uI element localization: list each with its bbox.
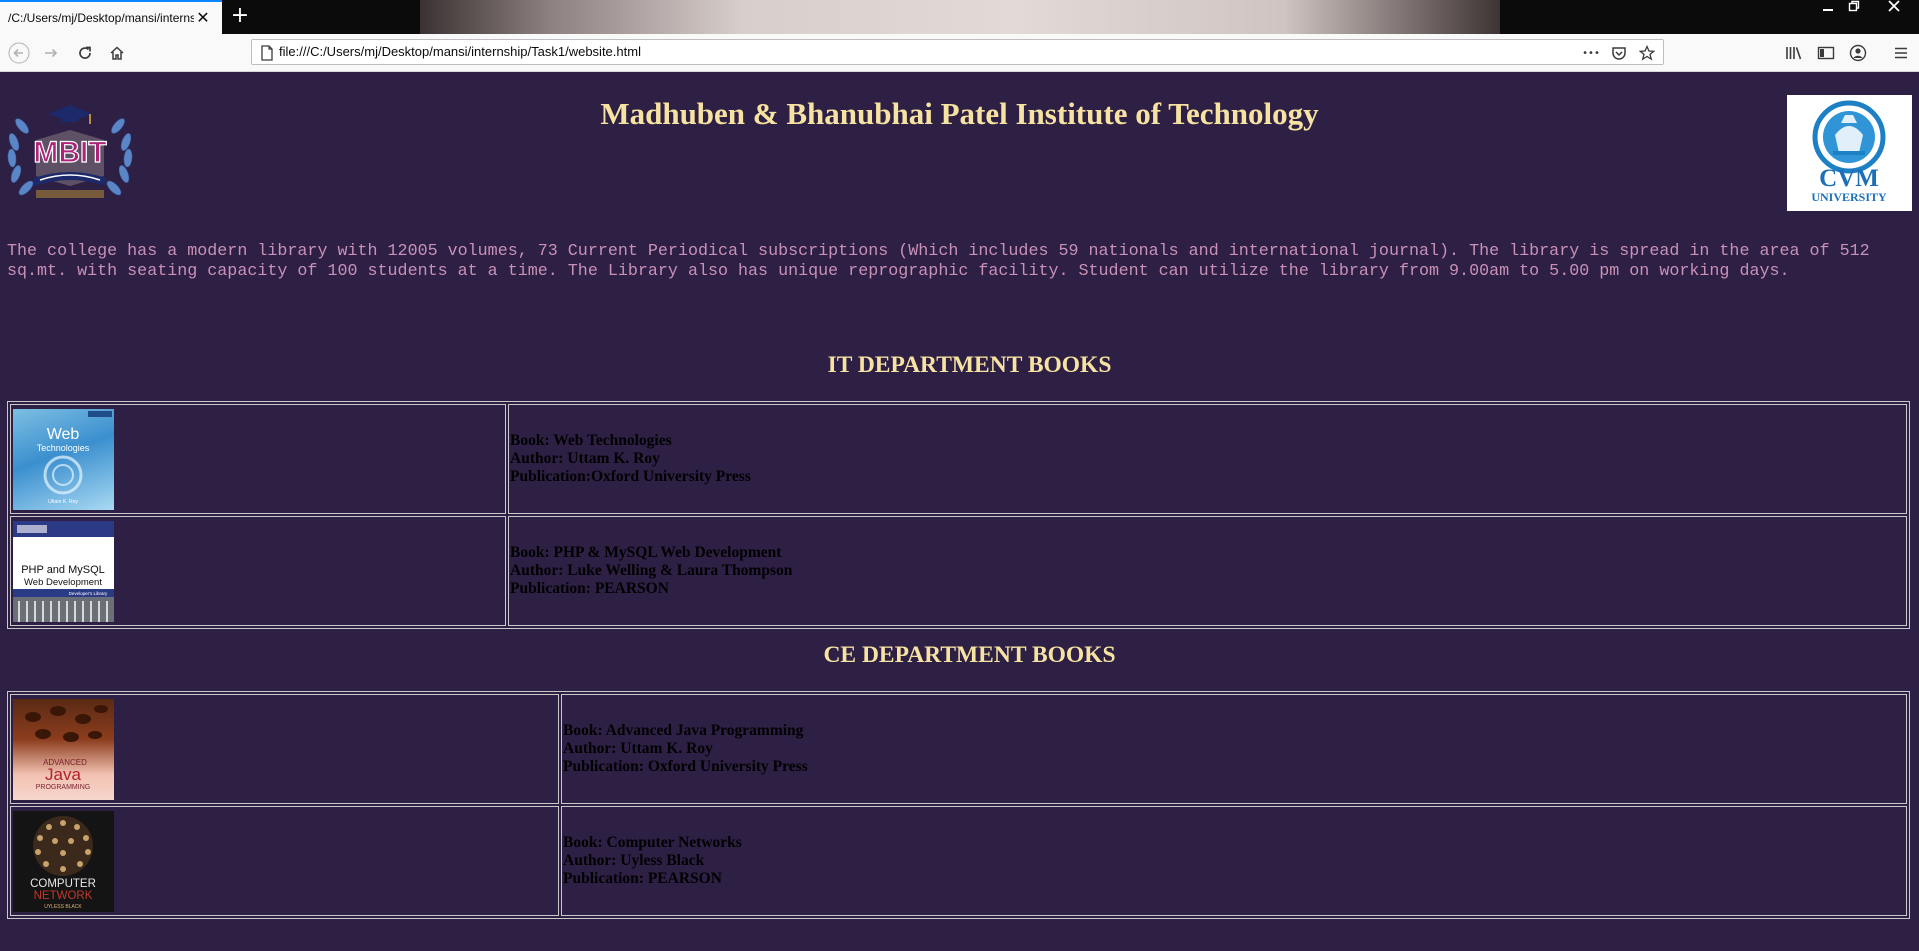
book-title: Book: Computer Networks [563,834,742,851]
ce-books-table: ADVANCED Java PROGRAMMING Book: Advanced… [7,691,1910,919]
library-description: The college has a modern library with 12… [7,242,1870,281]
advanced-java-cover: ADVANCED Java PROGRAMMING [13,698,114,800]
table-row: COMPUTER NETWORK UYLESS BLACK Book: Comp… [10,806,1907,916]
book-info-cell: Book: PHP & MySQL Web Development Author… [508,516,1907,626]
table-row: ADVANCED Java PROGRAMMING Book: Advanced… [10,694,1907,804]
computer-network-cover: COMPUTER NETWORK UYLESS BLACK [13,810,114,912]
book-author: Author: Luke Welling & Laura Thompson [510,562,793,579]
tab-title[interactable]: /C:/Users/mj/Desktop/mansi/internship/Ta… [8,11,194,25]
svg-text:NETWORK: NETWORK [34,890,93,902]
tab-bar: /C:/Users/mj/Desktop/mansi/internship/Ta… [0,0,1919,34]
library-button[interactable] [1782,41,1806,65]
bookmark-star-icon[interactable] [1637,43,1657,63]
cvm-university-logo: CVM UNIVERSITY [1787,95,1912,211]
book-cover-cell: COMPUTER NETWORK UYLESS BLACK [10,806,559,916]
table-row: Web Technologies Uttam K. Roy Book: Web … [10,404,1907,514]
svg-text:Uttam K. Roy: Uttam K. Roy [48,499,78,505]
back-button[interactable] [7,41,31,65]
book-publication: Publication: PEARSON [510,580,669,597]
page-actions-menu-icon[interactable]: ••• [1581,43,1601,63]
mbit-logo-text: MBIT [33,136,106,169]
pocket-icon[interactable] [1609,43,1629,63]
cvm-logo-subtext: UNIVERSITY [1811,190,1887,204]
it-department-heading: IT DEPARTMENT BOOKS [827,352,1112,378]
forward-button[interactable] [39,41,63,65]
book-info-cell: Book: Web Technologies Author: Uttam K. … [508,404,1907,514]
svg-text:PROGRAMMING: PROGRAMMING [36,784,90,791]
book-cover-cell: PHP and MySQL Web Development Developer'… [10,516,506,626]
sidebar-icon [1817,46,1835,60]
book-publication: Publication: Oxford University Press [563,758,808,775]
web-page: MBIT Madhuben & Bhanubhai Patel Institut… [0,72,1919,951]
book-info-cell: Book: Computer Networks Author: Uyless B… [561,806,1907,916]
browser-tab[interactable]: /C:/Users/mj/Desktop/mansi/internship/Ta… [0,0,222,34]
book-author: Author: Uyless Black [563,852,705,869]
reload-icon [79,46,91,59]
cvm-logo-text: CVM [1819,165,1879,192]
it-books-table: Web Technologies Uttam K. Roy Book: Web … [7,401,1910,629]
home-button[interactable] [105,41,129,65]
reload-button[interactable] [73,41,97,65]
account-button[interactable] [1846,41,1870,65]
new-tab-button[interactable]: + [228,4,252,28]
book-author: Author: Uttam K. Roy [563,740,713,757]
php-mysql-cover: PHP and MySQL Web Development Developer'… [13,520,114,622]
ce-department-heading: CE DEPARTMENT BOOKS [823,642,1116,668]
svg-text:COMPUTER: COMPUTER [30,878,96,890]
close-window-icon[interactable] [1882,0,1906,18]
book-info-cell: Book: Advanced Java Programming Author: … [561,694,1907,804]
address-bar[interactable]: file:///C:/Users/mj/Desktop/mansi/intern… [251,39,1664,65]
minimize-window-icon[interactable] [1816,0,1840,18]
page-title: Madhuben & Bhanubhai Patel Institute of … [600,96,1319,131]
table-row: PHP and MySQL Web Development Developer'… [10,516,1907,626]
book-author: Author: Uttam K. Roy [510,450,660,467]
menu-button[interactable] [1889,41,1913,65]
sidebar-button[interactable] [1814,41,1838,65]
svg-text:Developer's Library: Developer's Library [69,591,108,596]
svg-text:Web Development: Web Development [24,577,102,588]
svg-text:PHP and MySQL: PHP and MySQL [21,564,105,576]
book-cover-cell: ADVANCED Java PROGRAMMING [10,694,559,804]
account-icon [1849,44,1867,62]
svg-text:Java: Java [45,765,81,784]
book-title: Book: Advanced Java Programming [563,722,804,739]
svg-text:Technologies: Technologies [37,443,90,453]
book-title: Book: Web Technologies [510,432,672,449]
navigation-toolbar: file:///C:/Users/mj/Desktop/mansi/intern… [0,34,1919,72]
forward-arrow-icon [45,48,58,58]
home-icon [110,46,124,60]
web-technologies-cover: Web Technologies Uttam K. Roy [13,408,114,510]
book-cover-cell: Web Technologies Uttam K. Roy [10,404,506,514]
svg-text:Web: Web [47,426,80,443]
window-background [420,0,1500,34]
book-publication: Publication:Oxford University Press [510,468,751,485]
hamburger-menu-icon [1895,47,1907,59]
svg-text:UYLESS BLACK: UYLESS BLACK [44,904,82,910]
restore-window-icon[interactable] [1842,0,1866,18]
back-arrow-icon [8,42,30,64]
library-icon [1786,47,1802,60]
url-text[interactable]: file:///C:/Users/mj/Desktop/mansi/intern… [279,44,641,59]
page-icon [261,45,273,61]
tab-close-icon[interactable]: ✕ [194,10,212,26]
book-publication: Publication: PEARSON [563,870,722,887]
book-title: Book: PHP & MySQL Web Development [510,544,782,561]
